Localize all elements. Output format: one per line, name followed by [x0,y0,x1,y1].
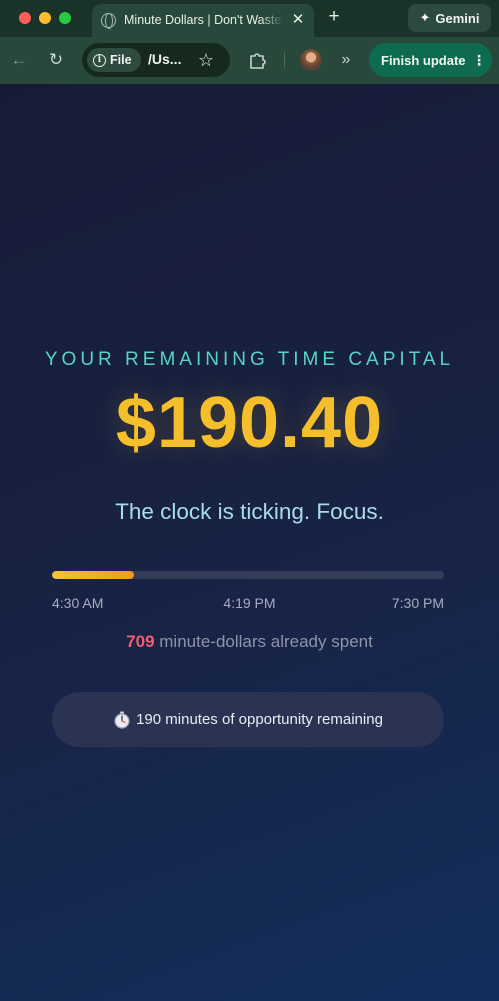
page-content: YOUR REMAINING TIME CAPITAL $190.40 The … [0,84,499,1001]
tagline: The clock is ticking. Focus. [115,499,384,524]
sparkle-icon: ✦ [419,10,431,25]
new-tab-button[interactable]: + [324,6,344,28]
site-info-label: File [110,53,132,67]
finish-update-label: Finish update [381,52,466,68]
eyebrow-heading: YOUR REMAINING TIME CAPITAL [44,349,455,370]
kebab-menu-icon[interactable]: ⋮ [472,52,486,68]
tab-minute-dollars[interactable]: Minute Dollars | Don't Waste Time ✕ [92,4,314,37]
extensions-puzzle-icon[interactable] [246,49,268,71]
site-info-chip[interactable]: i File [87,48,141,72]
stopwatch-icon [114,711,130,729]
close-window-button[interactable] [19,12,31,24]
gemini-label: Gemini [435,10,480,26]
browser-toolbar: ← ↻ i File /Us... ☆ » Finish update ⋮ [0,37,499,84]
globe-icon [101,13,116,29]
profile-avatar[interactable] [300,49,322,71]
day-progress-bar [52,571,444,579]
url-text[interactable]: /Us... [148,51,188,69]
address-bar[interactable]: i File /Us... ☆ [82,43,230,77]
tab-title: Minute Dollars | Don't Waste Time [124,13,284,27]
toolbar-divider [284,52,285,68]
minimize-window-button[interactable] [39,12,51,24]
day-progress-fill [52,571,135,579]
info-icon: i [93,53,106,67]
day-end-time: 7:30 PM [391,595,444,611]
finish-update-button[interactable]: Finish update ⋮ [369,43,492,77]
spent-summary: 709 minute-dollars already spent [0,632,499,652]
tab-close-icon[interactable]: ✕ [290,10,306,30]
remaining-minutes-text: 190 minutes of opportunity remaining [136,711,383,728]
remaining-amount: $190.40 [115,383,384,463]
gemini-button[interactable]: ✦ Gemini [408,4,491,32]
double-chevron-icon[interactable]: » [336,49,356,71]
reload-icon[interactable]: ↻ [46,49,66,71]
remaining-minutes-pill: 190 minutes of opportunity remaining [52,692,444,747]
bookmark-star-icon[interactable]: ☆ [196,49,216,71]
browser-chrome: Minute Dollars | Don't Waste Time ✕ + ✦ … [0,0,499,84]
spent-label: minute-dollars already spent [159,632,373,651]
maximize-window-button[interactable] [59,12,71,24]
back-arrow-icon[interactable]: ← [9,49,29,71]
tab-strip: Minute Dollars | Don't Waste Time ✕ + ✦ … [0,0,499,37]
spent-count: 709 [126,632,155,651]
